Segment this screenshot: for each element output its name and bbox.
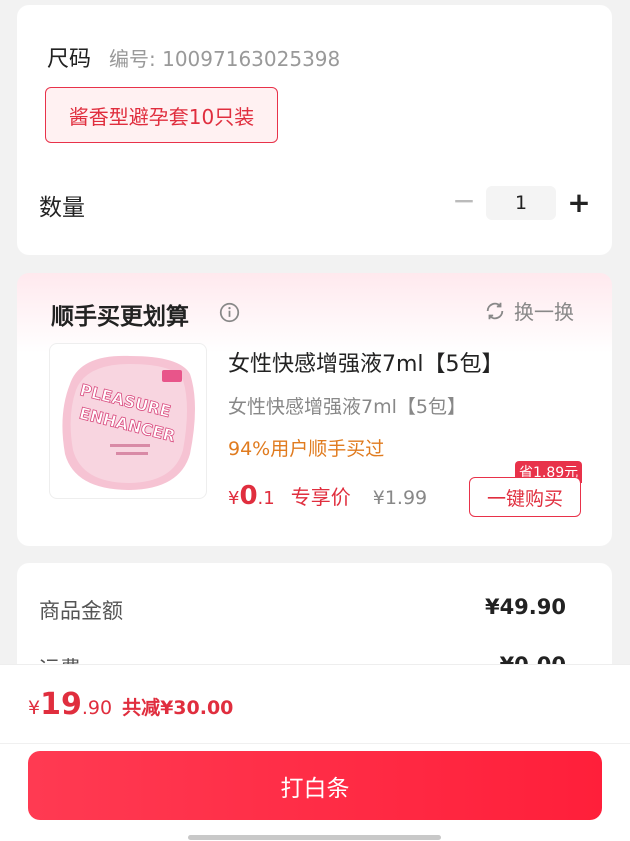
swap-label: 换一换 [514, 300, 574, 324]
sku-card: 尺码 编号: 10097163025398 酱香型避孕套10只装 数量 − 1 … [17, 5, 612, 255]
product-image[interactable]: PLEASURE ENHANCER [49, 343, 207, 499]
checkout-bar: ¥ 19 .90 共减¥30.00 打白条 [0, 664, 630, 841]
info-icon[interactable] [219, 302, 240, 323]
one-click-buy-button[interactable]: 一键购买 [469, 477, 581, 517]
quantity-increase-button[interactable]: + [566, 186, 592, 219]
total-price: ¥ 19 .90 共减¥30.00 [28, 687, 233, 722]
quantity-label: 数量 [39, 195, 85, 221]
summary-label: 商品金额 [39, 599, 123, 623]
addon-product-subtitle: 女性快感增强液7ml【5包】 [228, 396, 466, 418]
social-proof-text: 94%用户顺手买过 [228, 438, 385, 460]
size-option-chip[interactable]: 酱香型避孕套10只装 [45, 87, 278, 143]
addon-price: ¥ 0 .1 专享价 ¥1.99 [228, 481, 427, 511]
total-discount[interactable]: 共减¥30.00 [122, 693, 233, 720]
divider [0, 743, 630, 744]
swap-button[interactable]: 换一换 [484, 296, 574, 325]
addon-product-name[interactable]: 女性快感增强液7ml【5包】 [228, 346, 504, 378]
addon-recommendation-card: 顺手买更划算 换一换 PLEASURE ENHANCER 女性快感增强液7ml【… [17, 273, 612, 546]
total-decimal: .90 [81, 697, 113, 719]
product-package-image: PLEASURE ENHANCER [62, 355, 195, 490]
total-currency: ¥ [28, 697, 41, 719]
summary-value: ¥49.90 [484, 595, 566, 619]
price-decimal: .1 [257, 488, 275, 509]
price-integer: 0 [239, 481, 258, 511]
exclusive-price-tag: 专享价 [290, 485, 351, 509]
home-indicator [188, 835, 441, 840]
quantity-input[interactable]: 1 [486, 186, 556, 220]
product-code: 编号: 10097163025398 [109, 47, 341, 71]
size-title: 尺码 [47, 47, 92, 72]
pay-button[interactable]: 打白条 [28, 751, 602, 820]
summary-row-goods: 商品金额 ¥49.90 [39, 595, 566, 625]
total-integer: 19 [40, 687, 82, 722]
price-currency: ¥ [228, 488, 240, 509]
original-price: ¥1.99 [372, 487, 428, 509]
quantity-decrease-button[interactable]: − [452, 184, 475, 217]
refresh-icon [486, 302, 504, 319]
addon-title: 顺手买更划算 [51, 304, 189, 330]
